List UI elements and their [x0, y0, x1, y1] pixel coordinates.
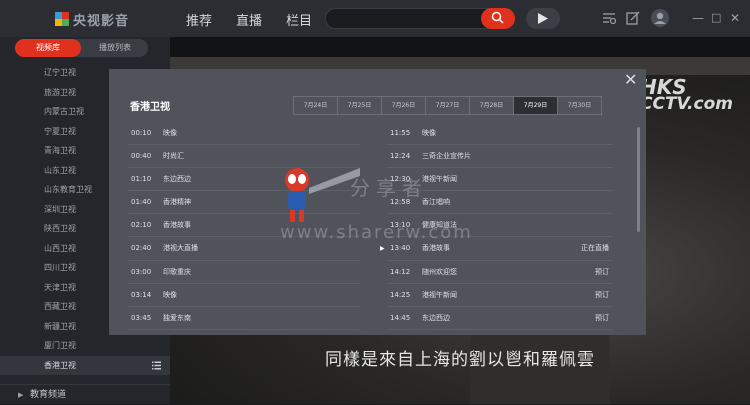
- date-tabs: 7月24日 7月25日 7月26日 7月27日 7月28日 7月29日 7月30…: [293, 96, 602, 115]
- schedule-time: 01:10: [131, 175, 152, 184]
- reserve-button[interactable]: 预订: [595, 284, 609, 307]
- schedule-row[interactable]: 14:12 随州欢迎您 预订: [387, 261, 613, 284]
- schedule-row[interactable]: 14:25 港视午新闻 预订: [387, 284, 613, 307]
- schedule-time: 03:00: [131, 267, 152, 276]
- edit-icon[interactable]: [626, 11, 640, 25]
- schedule-row[interactable]: 03:14 映像: [128, 284, 360, 307]
- minimize-button[interactable]: —: [692, 10, 704, 26]
- schedule-time: 01:40: [131, 198, 152, 207]
- schedule-time: 11:55: [390, 129, 411, 137]
- schedule-time: 14:12: [390, 267, 411, 276]
- date-tab-selected[interactable]: 7月29日: [513, 96, 558, 115]
- nav-item-live[interactable]: 直播: [236, 10, 262, 29]
- watermark-url: www.sharerw.com: [280, 222, 473, 243]
- schedule-row[interactable]: 03:45 独爱东南: [128, 307, 360, 330]
- schedule-program-name: 东边西边: [163, 175, 191, 184]
- reserve-button[interactable]: 预订: [595, 307, 609, 330]
- schedule-time: 14:45: [390, 313, 411, 322]
- search-button[interactable]: [481, 8, 515, 29]
- schedule-time: 03:45: [131, 313, 152, 322]
- schedule-program-name: 时尚汇: [163, 152, 184, 161]
- schedule-row[interactable]: 14:45 东边西边 预订: [387, 307, 613, 330]
- schedule-program-name: 东边西边: [422, 313, 450, 322]
- triangle-right-icon: ▶: [18, 391, 24, 399]
- schedule-time: 14:25: [390, 290, 411, 299]
- play-icon: [538, 13, 548, 24]
- schedule-program-name: 香港精神: [163, 198, 191, 207]
- close-window-button[interactable]: ✕: [730, 10, 740, 26]
- play-button[interactable]: [526, 8, 560, 29]
- program-list-icon[interactable]: [152, 361, 161, 370]
- main-nav: 推荐 直播 栏目: [186, 10, 312, 29]
- nav-item-recommend[interactable]: 推荐: [186, 10, 212, 29]
- top-bar: 央视影音 推荐 直播 栏目 — □ ✕: [0, 0, 750, 37]
- date-tab[interactable]: 7月25日: [337, 96, 382, 115]
- live-status-label: 正在直播: [581, 244, 609, 253]
- sidebar-tabs: 视频库 播放列表: [15, 39, 148, 57]
- schedule-program-name: 港视午新闻: [422, 290, 457, 299]
- date-tab[interactable]: 7月27日: [425, 96, 470, 115]
- sidebar-category-label: 教育频道: [30, 390, 67, 400]
- sidebar-item-channel[interactable]: 厦门卫视: [0, 336, 170, 356]
- date-tab[interactable]: 7月28日: [469, 96, 514, 115]
- video-subtitle: 同樣是來自上海的劉以鬯和羅佩雲: [325, 350, 595, 370]
- sidebar-category-education[interactable]: ▶ 教育频道: [0, 384, 170, 404]
- tab-video-library[interactable]: 视频库: [15, 39, 81, 57]
- schedule-time: 00:40: [131, 152, 152, 161]
- schedule-time: 03:14: [131, 290, 152, 299]
- channel-logo-line2: CCTV.com: [640, 94, 733, 114]
- schedule-row[interactable]: 11:55 映像: [387, 122, 613, 146]
- app-logo[interactable]: 央视影音: [55, 9, 129, 29]
- sidebar-item-label: 香港卫视: [44, 360, 76, 370]
- nav-item-columns[interactable]: 栏目: [286, 10, 312, 29]
- channel-logo-overlay: HKS CCTV.com: [640, 77, 733, 113]
- search-icon: [491, 11, 504, 24]
- close-modal-button[interactable]: ✕: [624, 72, 637, 88]
- avatar-icon[interactable]: [651, 9, 669, 27]
- tab-playlist[interactable]: 播放列表: [82, 39, 148, 57]
- schedule-program-name: 映像: [163, 129, 177, 137]
- schedule-program-name: 三奇企业宣传片: [422, 152, 471, 161]
- watermark-text: 分享者: [350, 176, 428, 200]
- schedule-row[interactable]: 00:10 映像: [128, 122, 360, 146]
- date-tab[interactable]: 7月26日: [381, 96, 426, 115]
- schedule-time: 00:10: [131, 129, 152, 137]
- schedule-program-name: 独爱东南: [163, 313, 191, 322]
- app-name: 央视影音: [73, 13, 130, 29]
- date-tab[interactable]: 7月24日: [293, 96, 338, 115]
- scrollbar[interactable]: [637, 127, 640, 232]
- logo-icon: [55, 12, 69, 26]
- schedule-time: 02:10: [131, 221, 152, 230]
- schedule-row[interactable]: 03:00 印歌重庆: [128, 261, 360, 284]
- modal-title: 香港卫视: [130, 102, 170, 113]
- schedule-program-name: 随州欢迎您: [422, 267, 457, 276]
- schedule-time: 02:40: [131, 244, 152, 253]
- date-tab[interactable]: 7月30日: [557, 96, 602, 115]
- schedule-program-name: 港视大直播: [163, 244, 198, 253]
- schedule-row[interactable]: 12:24 三奇企业宣传片: [387, 145, 613, 169]
- schedule-program-name: 映像: [163, 290, 177, 299]
- schedule-program-name: 香港故事: [163, 221, 191, 230]
- sidebar-item-selected[interactable]: 香港卫视: [0, 355, 170, 375]
- reserve-button[interactable]: 预订: [595, 261, 609, 284]
- schedule-program-name: 映像: [422, 129, 436, 137]
- schedule-time: 12:24: [390, 152, 411, 161]
- maximize-button[interactable]: □: [711, 10, 721, 26]
- history-icon[interactable]: [602, 11, 616, 25]
- schedule-program-name: 印歌重庆: [163, 267, 191, 276]
